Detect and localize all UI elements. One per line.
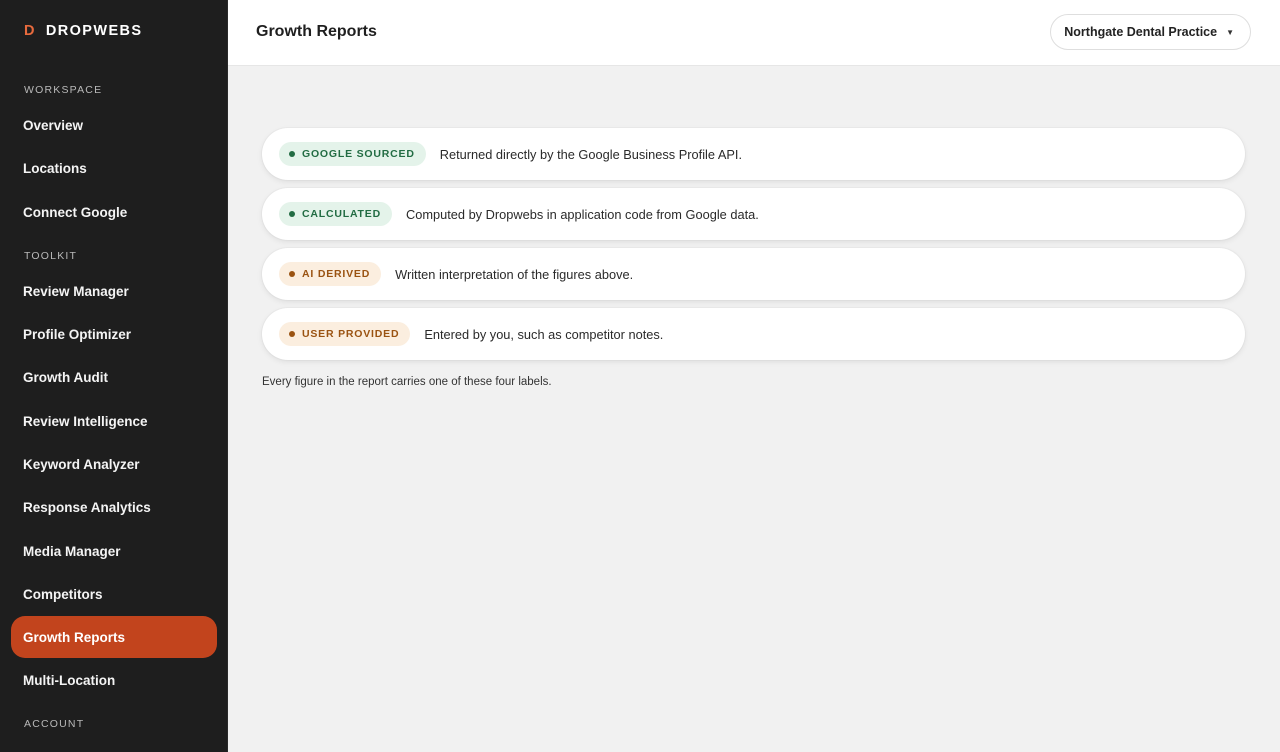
page-title: Growth Reports [256,23,377,40]
badge-label: USER PROVIDED [302,328,400,340]
dot-icon [289,271,295,277]
brand-mark-icon: D [24,23,36,39]
legend-row-user-provided: USER PROVIDED Entered by you, such as co… [262,308,1245,360]
sidebar-item-growth-reports[interactable]: Growth Reports [11,616,217,658]
badge-user-provided: USER PROVIDED [279,322,411,346]
dot-icon [289,211,295,217]
sidebar-item-competitors[interactable]: Competitors [11,573,217,615]
section-label-toolkit: TOOLKIT [24,250,78,262]
sidebar-item-connect-google[interactable]: Connect Google [11,191,217,233]
brand-name: DROPWEBS [45,23,143,39]
badge-label: AI DERIVED [302,268,371,280]
sidebar: D DROPWEBS WORKSPACE Overview Locations … [0,0,228,752]
sidebar-item-response-analytics[interactable]: Response Analytics [11,486,217,528]
legend-description: Written interpretation of the figures ab… [395,266,634,282]
legend-description: Returned directly by the Google Business… [439,146,743,162]
sidebar-item-media-manager[interactable]: Media Manager [11,530,217,572]
sidebar-item-growth-audit[interactable]: Growth Audit [11,356,217,398]
legend-row-google-sourced: GOOGLE SOURCED Returned directly by the … [262,128,1245,180]
section-label-workspace: WORKSPACE [24,84,103,96]
sidebar-item-locations[interactable]: Locations [11,147,217,189]
section-label-account: ACCOUNT [24,718,85,730]
badge-google-sourced: GOOGLE SOURCED [279,142,426,166]
sidebar-item-overview[interactable]: Overview [11,104,217,146]
brand-logo[interactable]: D DROPWEBS [24,23,142,39]
legend-description: Entered by you, such as competitor notes… [424,326,664,342]
sidebar-item-profile-optimizer[interactable]: Profile Optimizer [11,313,217,355]
data-source-legend: GOOGLE SOURCED Returned directly by the … [262,128,1245,368]
legend-row-ai-derived: AI DERIVED Written interpretation of the… [262,248,1245,300]
location-selector-value: Northgate Dental Practice [1064,25,1218,39]
badge-label: GOOGLE SOURCED [302,148,415,160]
badge-label: CALCULATED [302,208,381,220]
sidebar-item-review-manager[interactable]: Review Manager [11,270,217,312]
top-bar: Growth Reports Northgate Dental Practice… [228,0,1280,66]
dot-icon [289,151,295,157]
main-content: Growth Reports Northgate Dental Practice… [228,0,1280,752]
badge-ai-derived: AI DERIVED [279,262,382,286]
legend-footnote: Every figure in the report carries one o… [262,376,552,388]
sidebar-item-review-intelligence[interactable]: Review Intelligence [11,400,217,442]
badge-calculated: CALCULATED [279,202,392,226]
dot-icon [289,331,295,337]
sidebar-item-keyword-analyzer[interactable]: Keyword Analyzer [11,443,217,485]
legend-row-calculated: CALCULATED Computed by Dropwebs in appli… [262,188,1245,240]
sidebar-item-multi-location[interactable]: Multi-Location [11,659,217,701]
legend-description: Computed by Dropwebs in application code… [405,206,759,222]
location-selector[interactable]: Northgate Dental Practice ▼ [1050,14,1251,50]
caret-down-icon: ▼ [1226,27,1234,37]
